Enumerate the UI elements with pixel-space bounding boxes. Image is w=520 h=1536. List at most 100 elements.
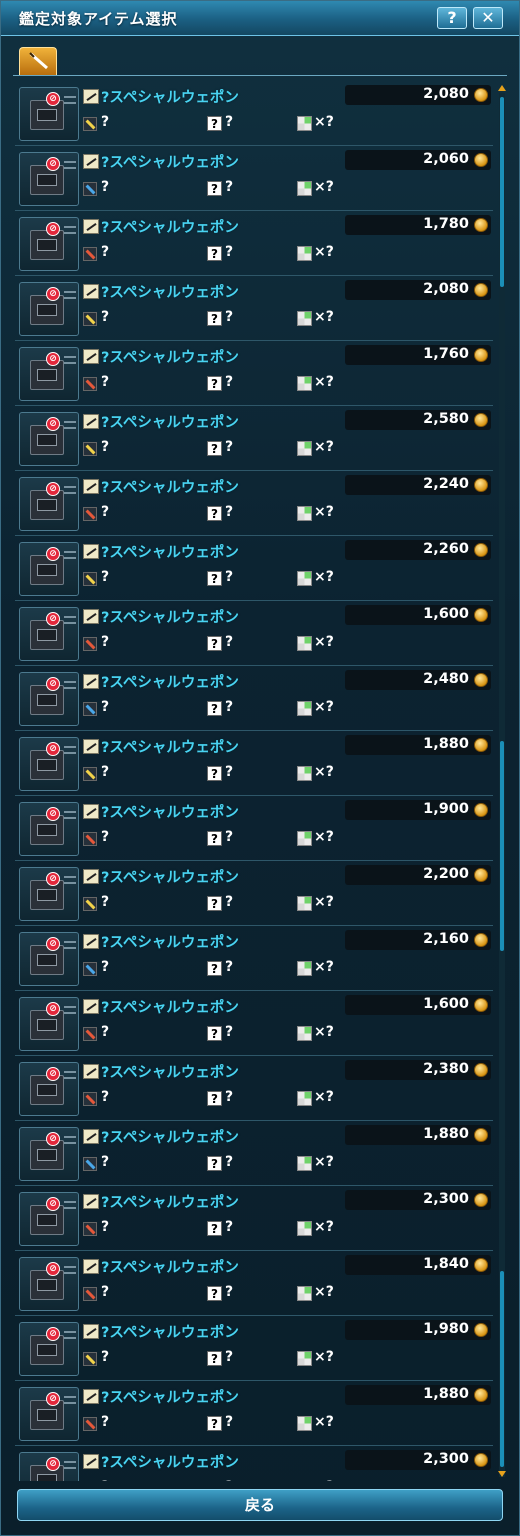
list-item[interactable]: ⊘ ?スペシャルウェポン 1,880 ? ? ? ×? — [15, 1121, 493, 1186]
scroll-up-arrow-icon[interactable] — [498, 85, 506, 91]
list-item[interactable]: ⊘ ?スペシャルウェポン 2,080 ? ? ? ×? — [15, 81, 493, 146]
back-button[interactable]: 戻る — [17, 1489, 503, 1521]
meseta-coin-icon — [474, 933, 488, 947]
title-bar[interactable]: 鑑定対象アイテム選択 ? ✕ — [1, 1, 519, 36]
item-box — [30, 100, 64, 130]
list-item[interactable]: ⊘ ?スペシャルウェポン 2,380 ? ? ? ×? — [15, 1056, 493, 1121]
item-box — [30, 425, 64, 455]
box-icon: ⊘ — [19, 87, 79, 141]
list-item[interactable]: ⊘ ?スペシャルウェポン 1,840 ? ? ? ×? — [15, 1251, 493, 1316]
box-icon: ⊘ — [19, 672, 79, 726]
question-icon: ? — [207, 1221, 222, 1236]
ban-icon: ⊘ — [46, 417, 60, 431]
multiplier-value: ×? — [314, 894, 334, 910]
list-item[interactable]: ⊘ ?スペシャルウェポン 2,480 ? ? ? ×? — [15, 666, 493, 731]
list-item[interactable]: ⊘ ?スペシャルウェポン 2,160 ? ? ? ×? — [15, 926, 493, 991]
item-box — [30, 1140, 64, 1170]
scroll-down-arrow-icon[interactable] — [498, 1471, 506, 1477]
item-box — [30, 1270, 64, 1300]
list-item[interactable]: ⊘ ?スペシャルウェポン 1,880 ? ? ? ×? — [15, 1381, 493, 1446]
item-box — [30, 295, 64, 325]
list-item[interactable]: ⊘ ?スペシャルウェポン 1,780 ? ? ? ×? — [15, 211, 493, 276]
close-button[interactable]: ✕ — [473, 7, 503, 29]
price-box: 1,760 — [345, 345, 491, 365]
scrollbar-thumb[interactable] — [500, 741, 504, 951]
weapon-category-icon — [83, 182, 97, 196]
question-icon: ? — [207, 376, 222, 391]
weapon-category-icon — [83, 962, 97, 976]
attribute-value: ? — [101, 1349, 110, 1365]
ban-icon: ⊘ — [46, 807, 60, 821]
scrollbar-thumb[interactable] — [500, 97, 504, 287]
item-list[interactable]: ⊘ ?スペシャルウェポン 2,080 ? ? ? ×? ⊘ ?スペシャルウェポン… — [15, 81, 499, 1481]
item-name: ?スペシャルウェポン — [101, 675, 239, 691]
item-name: ?スペシャルウェポン — [101, 870, 239, 886]
list-item[interactable]: ⊘ ?スペシャルウェポン 2,060 ? ? ? ×? — [15, 146, 493, 211]
meseta-coin-icon — [474, 1063, 488, 1077]
ban-icon: ⊘ — [46, 1002, 60, 1016]
lock-icon — [297, 1026, 312, 1041]
weapon-icon — [83, 479, 99, 494]
lock-icon — [297, 181, 312, 196]
attribute-value: ? — [101, 699, 110, 715]
list-item[interactable]: ⊘ ?スペシャルウェポン 1,980 ? ? ? ×? — [15, 1316, 493, 1381]
list-item[interactable]: ⊘ ?スペシャルウェポン 1,900 ? ? ? ×? — [15, 796, 493, 861]
list-item[interactable]: ⊘ ?スペシャルウェポン 2,260 ? ? ? ×? — [15, 536, 493, 601]
list-item[interactable]: ⊘ ?スペシャルウェポン 1,600 ? ? ? ×? — [15, 991, 493, 1056]
list-item[interactable]: ⊘ ?スペシャルウェポン 1,880 ? ? ? ×? — [15, 731, 493, 796]
item-price: 2,300 — [423, 1451, 469, 1467]
weapon-category-icon — [83, 702, 97, 716]
price-box: 1,880 — [345, 1125, 491, 1145]
question-icon: ? — [207, 1416, 222, 1431]
list-item[interactable]: ⊘ ?スペシャルウェポン 1,600 ? ? ? ×? — [15, 601, 493, 666]
scrollbar-thumb[interactable] — [500, 1271, 504, 1467]
list-item[interactable]: ⊘ ?スペシャルウェポン 1,760 ? ? ? ×? — [15, 341, 493, 406]
box-icon: ⊘ — [19, 1387, 79, 1441]
item-price: 2,260 — [423, 541, 469, 557]
weapon-category-icon — [83, 507, 97, 521]
attribute-value: ? — [101, 1089, 110, 1105]
question-icon: ? — [207, 311, 222, 326]
ban-icon: ⊘ — [46, 1457, 60, 1471]
weapon-icon — [83, 1454, 99, 1469]
meseta-coin-icon — [474, 88, 488, 102]
question-icon: ? — [207, 961, 222, 976]
weapon-category-icon — [83, 442, 97, 456]
help-button[interactable]: ? — [437, 7, 467, 29]
list-item[interactable]: ⊘ ?スペシャルウェポン 2,080 ? ? ? ×? — [15, 276, 493, 341]
sword-icon — [29, 52, 48, 70]
multiplier-value: ×? — [314, 1089, 334, 1105]
unknown-value: ? — [225, 699, 234, 715]
list-item[interactable]: ⊘ ?スペシャルウェポン 2,300 ? ? ? ×? — [15, 1186, 493, 1251]
attribute-value: ? — [101, 959, 110, 975]
price-box: 1,600 — [345, 995, 491, 1015]
weapon-icon — [83, 219, 99, 234]
weapon-icon — [83, 674, 99, 689]
list-item[interactable]: ⊘ ?スペシャルウェポン 2,300 ? ? ? ×? — [15, 1446, 493, 1481]
list-item[interactable]: ⊘ ?スペシャルウェポン 2,240 ? ? ? ×? — [15, 471, 493, 536]
question-icon: ? — [207, 1026, 222, 1041]
ban-icon: ⊘ — [46, 222, 60, 236]
box-icon: ⊘ — [19, 542, 79, 596]
item-name: ?スペシャルウェポン — [101, 155, 239, 171]
meseta-coin-icon — [474, 1193, 488, 1207]
list-item[interactable]: ⊘ ?スペシャルウェポン 2,580 ? ? ? ×? — [15, 406, 493, 471]
stack-icon — [64, 291, 76, 299]
item-name: ?スペシャルウェポン — [101, 415, 239, 431]
list-item[interactable]: ⊘ ?スペシャルウェポン 2,200 ? ? ? ×? — [15, 861, 493, 926]
price-box: 2,260 — [345, 540, 491, 560]
item-box — [30, 165, 64, 195]
question-icon: ? — [207, 246, 222, 261]
unknown-value: ? — [225, 634, 234, 650]
price-box: 2,300 — [345, 1450, 491, 1470]
weapon-icon — [83, 934, 99, 949]
item-name: ?スペシャルウェポン — [101, 285, 239, 301]
tab-weapons[interactable] — [19, 47, 57, 75]
weapon-icon — [83, 1129, 99, 1144]
attribute-value: ? — [101, 764, 110, 780]
box-icon: ⊘ — [19, 347, 79, 401]
box-icon: ⊘ — [19, 282, 79, 336]
box-icon: ⊘ — [19, 1127, 79, 1181]
meseta-coin-icon — [474, 413, 488, 427]
item-name: ?スペシャルウェポン — [101, 610, 239, 626]
